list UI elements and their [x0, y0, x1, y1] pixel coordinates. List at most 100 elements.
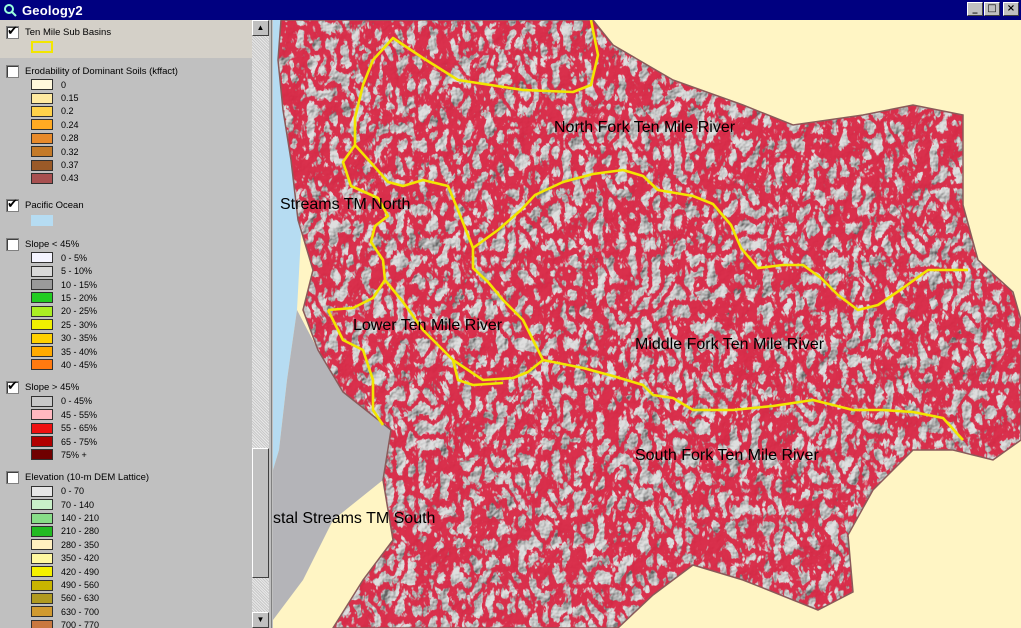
legend-erodability: 0 0.15 0.2 0.24 0.28 0.32 0.37 0.43 [0, 78, 252, 185]
legend-label: 45 - 55% [61, 409, 98, 420]
legend-color-swatch [31, 292, 53, 304]
legend-color-swatch [31, 436, 53, 447]
legend-row: 40 - 45% [0, 358, 252, 371]
close-button[interactable]: × [1003, 2, 1019, 16]
legend-row: 20 - 25% [0, 305, 252, 318]
legend-label: 30 - 35% [61, 333, 98, 344]
legend-row: 0.37 [0, 158, 252, 171]
layer-name: Elevation (10-m DEM Lattice) [25, 472, 150, 484]
legend-label: 10 - 15% [61, 279, 98, 290]
legend-row: 0.43 [0, 172, 252, 185]
legend-row: 55 - 65% [0, 421, 252, 434]
scroll-thumb[interactable] [252, 448, 269, 578]
legend-color-swatch [31, 146, 53, 158]
window-title: Geology2 [22, 2, 83, 18]
title-bar[interactable]: Geology2 _ □ × [0, 0, 1021, 20]
legend-color-swatch [31, 172, 53, 184]
legend-color-swatch [31, 449, 53, 461]
scroll-down-button[interactable]: ▼ [252, 612, 269, 628]
legend-label: 65 - 75% [61, 436, 98, 447]
legend-row: 0 - 45% [0, 395, 252, 408]
legend-label: 210 - 280 [61, 526, 100, 537]
layer-name: Slope < 45% [25, 238, 80, 250]
legend-label: 55 - 65% [61, 423, 98, 434]
layer-ten-mile-sub-basins[interactable]: Ten Mile Sub Basins [0, 20, 252, 58]
legend-slope-under-45: 0 - 5% 5 - 10% 10 - 15% 15 - 20% 20 - 25% 25 … [0, 251, 252, 372]
layer-name: Ten Mile Sub Basins [25, 26, 112, 38]
map-canvas[interactable]: North Fork Ten Mile River Streams TM Nor… [273, 20, 1021, 628]
legend-color-swatch [31, 132, 53, 144]
legend-color-swatch [31, 346, 53, 358]
legend-row: 350 - 420 [0, 552, 252, 565]
legend-row: 280 - 350 [0, 538, 252, 551]
legend-row: 420 - 490 [0, 565, 252, 578]
toc-scrollbar[interactable]: ▲ ▼ [252, 20, 269, 628]
layer-visibility-checkbox[interactable] [6, 24, 19, 39]
legend-label: 0 - 70 [61, 486, 85, 497]
legend-label: 700 - 770 [61, 620, 100, 628]
legend-label: 630 - 700 [61, 606, 100, 617]
legend-row: 0.2 [0, 105, 252, 118]
legend-swatch-basin-outline [31, 41, 53, 53]
legend-color-swatch [31, 606, 53, 618]
legend-label: 25 - 30% [61, 319, 98, 330]
legend-color-swatch [31, 105, 53, 117]
legend-label: 0 - 5% [61, 252, 88, 263]
legend-row: 0 - 70 [0, 485, 252, 498]
layer-visibility-checkbox[interactable] [6, 197, 19, 212]
legend-swatch-ocean [31, 215, 53, 227]
legend-color-swatch [31, 79, 53, 91]
layer-visibility-checkbox[interactable] [6, 64, 19, 78]
legend-label: 40 - 45% [61, 359, 98, 370]
toc-map-splitter[interactable] [269, 20, 272, 628]
legend-label: 490 - 560 [61, 580, 100, 591]
table-of-contents: Ten Mile Sub Basins Erodability of Domin… [0, 20, 272, 628]
label-lower-ten-mile: Lower Ten Mile River [353, 317, 503, 334]
layer-erodability[interactable]: Erodability of Dominant Soils (kffact) 0… [0, 58, 252, 185]
legend-color-swatch [31, 159, 53, 171]
legend-color-swatch [31, 92, 53, 104]
legend-color-swatch [31, 592, 53, 604]
toc-layer-list: Ten Mile Sub Basins Erodability of Domin… [0, 20, 252, 628]
label-streams-tm-north: Streams TM North [280, 196, 410, 213]
layer-slope-under-45[interactable]: Slope < 45% 0 - 5% 5 - 10% 10 - 15% 15 - 20… [0, 226, 252, 372]
legend-color-swatch [31, 499, 53, 511]
layer-slope-over-45[interactable]: Slope > 45% 0 - 45% 45 - 55% 55 - 65% 65 - … [0, 372, 252, 462]
layer-elevation[interactable]: Elevation (10-m DEM Lattice) 0 - 70 70 - … [0, 462, 252, 628]
legend-label: 140 - 210 [61, 513, 100, 524]
legend-label: 350 - 420 [61, 553, 100, 564]
legend-label: 20 - 25% [61, 306, 98, 317]
legend-row: 15 - 20% [0, 291, 252, 304]
legend-label: 0 - 45% [61, 396, 93, 407]
legend-row: 0.15 [0, 91, 252, 104]
legend-label: 15 - 20% [61, 292, 98, 303]
layer-visibility-checkbox[interactable] [6, 471, 19, 485]
layer-pacific-ocean[interactable]: Pacific Ocean [0, 185, 252, 227]
scroll-up-button[interactable]: ▲ [252, 20, 269, 36]
legend-label: 0 [61, 79, 67, 90]
legend-row: 0.28 [0, 132, 252, 145]
minimize-button[interactable]: _ [967, 2, 983, 16]
legend-color-swatch [31, 619, 53, 628]
legend-color-swatch [31, 539, 53, 551]
maximize-button[interactable]: □ [984, 2, 1000, 16]
legend-row: 25 - 30% [0, 318, 252, 331]
legend-label: 70 - 140 [61, 499, 95, 510]
map-view[interactable]: North Fork Ten Mile River Streams TM Nor… [273, 20, 1021, 628]
legend-row: 65 - 75% [0, 435, 252, 448]
legend-color-swatch [31, 566, 53, 578]
legend-color-swatch [31, 579, 53, 591]
legend-label: 35 - 40% [61, 346, 98, 357]
arcview-app-icon[interactable] [2, 2, 18, 18]
legend-color-swatch [31, 422, 53, 434]
legend-row: 630 - 700 [0, 605, 252, 618]
label-coastal-streams-south: stal Streams TM South [273, 510, 435, 527]
layer-visibility-checkbox[interactable] [6, 237, 19, 251]
legend-color-swatch [31, 265, 53, 277]
layer-name: Erodability of Dominant Soils (kffact) [25, 65, 178, 77]
legend-color-swatch [31, 395, 53, 407]
legend-row: 0 [0, 78, 252, 91]
layer-name: Pacific Ocean [25, 199, 84, 211]
legend-label: 420 - 490 [61, 566, 100, 577]
layer-visibility-checkbox[interactable] [6, 379, 19, 395]
